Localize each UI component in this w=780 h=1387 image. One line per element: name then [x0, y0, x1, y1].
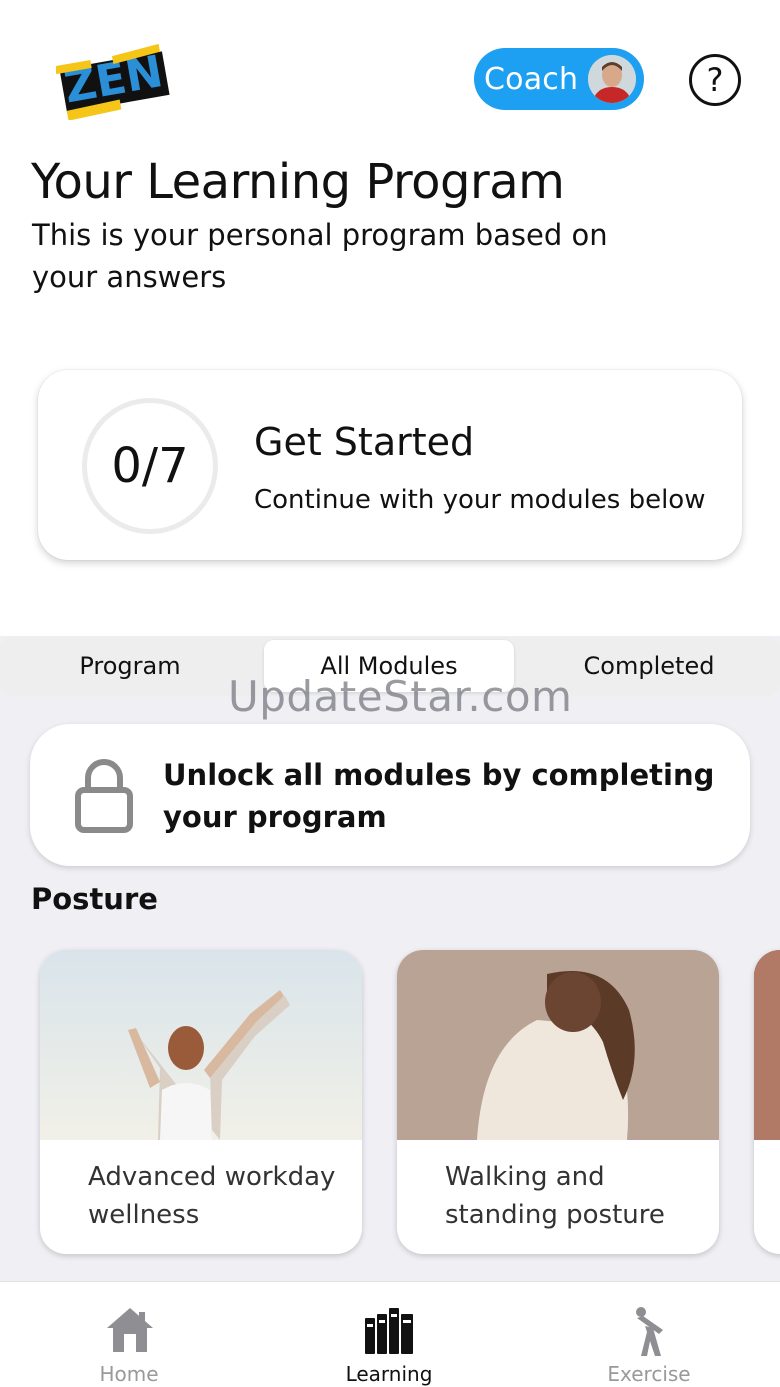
module-image [397, 950, 719, 1140]
page-subtitle: This is your personal program based on y… [32, 218, 608, 294]
help-button[interactable]: ? [689, 54, 741, 106]
module-card-walking-and-standing-posture[interactable]: Walking and standing posture [397, 950, 719, 1254]
zen-logo: ZEN ZEN [56, 43, 171, 120]
module-image [40, 950, 362, 1140]
module-label: Walking and standing posture [445, 1162, 665, 1230]
question-mark-icon: ? [706, 61, 724, 99]
tab-home-label: Home [99, 1362, 159, 1386]
posture-section-title: Posture [31, 882, 158, 916]
tab-exercise-label: Exercise [607, 1362, 691, 1386]
coach-button[interactable]: Coach [474, 48, 644, 110]
unlock-banner[interactable]: Unlock all modules by completing your pr… [30, 724, 750, 866]
get-started-subtitle: Continue with your modules below [254, 485, 706, 515]
home-icon [107, 1308, 153, 1352]
get-started-card[interactable]: 0/7 Get Started Continue with your modul… [38, 370, 742, 560]
page-title: Your Learning Program [31, 154, 565, 210]
tab-exercise[interactable]: Exercise [549, 1282, 749, 1387]
coach-avatar [588, 55, 636, 103]
unlock-text: Unlock all modules by completing your pr… [163, 758, 715, 834]
tab-learning[interactable]: Learning [289, 1282, 489, 1387]
module-card-next[interactable] [754, 950, 780, 1254]
tab-learning-label: Learning [345, 1362, 433, 1386]
coach-button-label: Coach [484, 61, 579, 97]
bottom-tab-bar: Home Learning Exercise [0, 1281, 780, 1387]
watermark: UpdateStar.com [228, 672, 573, 721]
module-card-advanced-workday-wellness[interactable]: Advanced workday wellness [40, 950, 362, 1254]
exercise-icon [636, 1307, 663, 1356]
books-icon [365, 1308, 413, 1354]
module-image [754, 950, 780, 1140]
lock-icon [75, 759, 133, 833]
tab-home[interactable]: Home [29, 1282, 229, 1387]
progress-ring: 0/7 [82, 398, 218, 534]
tab-program[interactable]: Program [4, 640, 256, 692]
progress-count: 0/7 [111, 438, 189, 494]
get-started-title: Get Started [254, 420, 475, 464]
module-label: Advanced workday wellness [88, 1162, 336, 1230]
